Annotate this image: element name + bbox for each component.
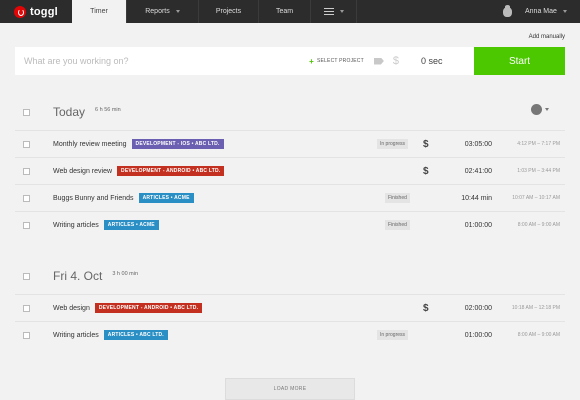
time-entry-row[interactable]: Web design review DEVELOPMENT - ANDROID … [15, 157, 565, 184]
entry-time-range: 8:00 AM – 9:00 AM [517, 222, 560, 228]
project-label[interactable]: DEVELOPMENT - ANDROID • ABC LTD. [117, 166, 225, 176]
day-total: 3 h 00 min [112, 271, 139, 277]
status-badge: Finished [385, 193, 410, 203]
add-manually-link[interactable]: Add manually [529, 34, 565, 40]
more-menu-button[interactable] [311, 0, 357, 23]
timer-bar: + SELECT PROJECT $ 0 sec Start [15, 47, 565, 75]
billable-icon[interactable]: $ [423, 139, 429, 150]
description-input[interactable] [15, 47, 310, 75]
entry-checkbox[interactable] [23, 167, 30, 175]
project-label[interactable]: ARTICLES • ACME [138, 193, 194, 203]
time-entry-row[interactable]: Web design DEVELOPMENT - ANDROID • ABC L… [15, 294, 565, 321]
gear-icon [532, 105, 541, 114]
entry-duration[interactable]: 10:44 min [461, 195, 492, 202]
entry-checkbox[interactable] [23, 194, 30, 202]
day-group-fri-4-oct: Fri 4. Oct 3 h 00 min Web design DEVELOP… [15, 258, 565, 348]
project-label[interactable]: DEVELOPMENT - IOS • ABC LTD. [131, 139, 224, 149]
project-label[interactable]: DEVELOPMENT - ANDROID • ABC LTD. [94, 303, 203, 313]
tab-reports[interactable]: Reports [127, 0, 199, 23]
chevron-down-icon [175, 10, 180, 13]
entry-duration[interactable]: 01:00:00 [465, 222, 492, 229]
entry-description[interactable]: Writing articles [53, 332, 99, 339]
day-settings-button[interactable] [532, 105, 549, 114]
day-title: Today [53, 105, 86, 119]
day-title: Fri 4. Oct [53, 269, 103, 283]
tab-team[interactable]: Team [259, 0, 311, 23]
hamburger-icon [323, 7, 334, 16]
time-entry-row[interactable]: Buggs Bunny and Friends ARTICLES • ACME … [15, 184, 565, 211]
entry-description[interactable]: Web design [53, 305, 90, 312]
bug-icon [502, 4, 512, 17]
brand-name: toggl [30, 5, 58, 18]
bug-report-button[interactable] [489, 4, 525, 17]
entry-time-range: 10:07 AM – 10:17 AM [512, 195, 560, 201]
entry-time-range: 4:12 PM – 7:17 PM [517, 141, 560, 147]
entry-time-range: 8:00 AM – 9:00 AM [517, 332, 560, 338]
entry-description[interactable]: Buggs Bunny and Friends [53, 195, 134, 202]
project-label[interactable]: ARTICLES • ABC LTD. [103, 330, 168, 340]
select-project-button[interactable]: + SELECT PROJECT [309, 57, 364, 66]
entry-time-range: 10:18 AM – 12:18 PM [511, 305, 560, 311]
chevron-down-icon [562, 10, 567, 13]
entry-duration[interactable]: 02:00:00 [465, 305, 492, 312]
entry-time-range: 1:03 PM – 3:44 PM [517, 168, 560, 174]
start-button[interactable]: Start [474, 47, 565, 75]
day-header: Today 6 h 56 min [15, 94, 565, 130]
user-menu[interactable]: Anna Mae [525, 8, 580, 15]
toggl-logo-icon [14, 5, 26, 18]
chevron-down-icon [339, 10, 344, 13]
load-more-button[interactable]: LOAD MORE [225, 378, 355, 400]
timer-duration: 0 sec [421, 56, 443, 66]
entry-description[interactable]: Web design review [53, 168, 112, 175]
plus-icon: + [309, 56, 314, 66]
chevron-down-icon [545, 108, 549, 111]
day-header: Fri 4. Oct 3 h 00 min [15, 258, 565, 294]
entry-duration[interactable]: 02:41:00 [465, 168, 492, 175]
day-select-checkbox[interactable] [23, 272, 30, 280]
time-entry-row[interactable]: Writing articles ARTICLES • ABC LTD. In … [15, 321, 565, 348]
tab-timer[interactable]: Timer [72, 0, 127, 23]
billable-icon[interactable]: $ [423, 303, 429, 314]
billable-toggle-icon[interactable]: $ [393, 55, 399, 67]
day-select-checkbox[interactable] [23, 108, 30, 116]
day-group-today: Today 6 h 56 min Monthly review meeting … [15, 94, 565, 238]
status-badge: In progress [377, 330, 409, 340]
status-badge: In progress [377, 139, 409, 149]
entry-duration[interactable]: 01:00:00 [465, 332, 492, 339]
tag-icon[interactable] [373, 57, 384, 65]
entry-duration[interactable]: 03:05:00 [465, 141, 492, 148]
entry-checkbox[interactable] [23, 331, 30, 339]
top-nav: toggl Timer Reports Projects Team Anna M… [0, 0, 580, 23]
tab-projects[interactable]: Projects [199, 0, 259, 23]
entry-description[interactable]: Monthly review meeting [53, 141, 127, 148]
project-label[interactable]: ARTICLES • ACME [103, 220, 159, 230]
time-entry-row[interactable]: Monthly review meeting DEVELOPMENT - IOS… [15, 130, 565, 157]
billable-icon[interactable]: $ [423, 166, 429, 177]
time-entry-row[interactable]: Writing articles ARTICLES • ACME Finishe… [15, 211, 565, 238]
status-badge: Finished [385, 220, 410, 230]
entry-checkbox[interactable] [23, 221, 30, 229]
toggl-logo[interactable]: toggl [0, 5, 72, 18]
entry-checkbox[interactable] [23, 140, 30, 148]
entry-description[interactable]: Writing articles [53, 222, 99, 229]
user-name: Anna Mae [525, 8, 557, 15]
entry-checkbox[interactable] [23, 304, 30, 312]
day-total: 6 h 56 min [95, 107, 121, 113]
